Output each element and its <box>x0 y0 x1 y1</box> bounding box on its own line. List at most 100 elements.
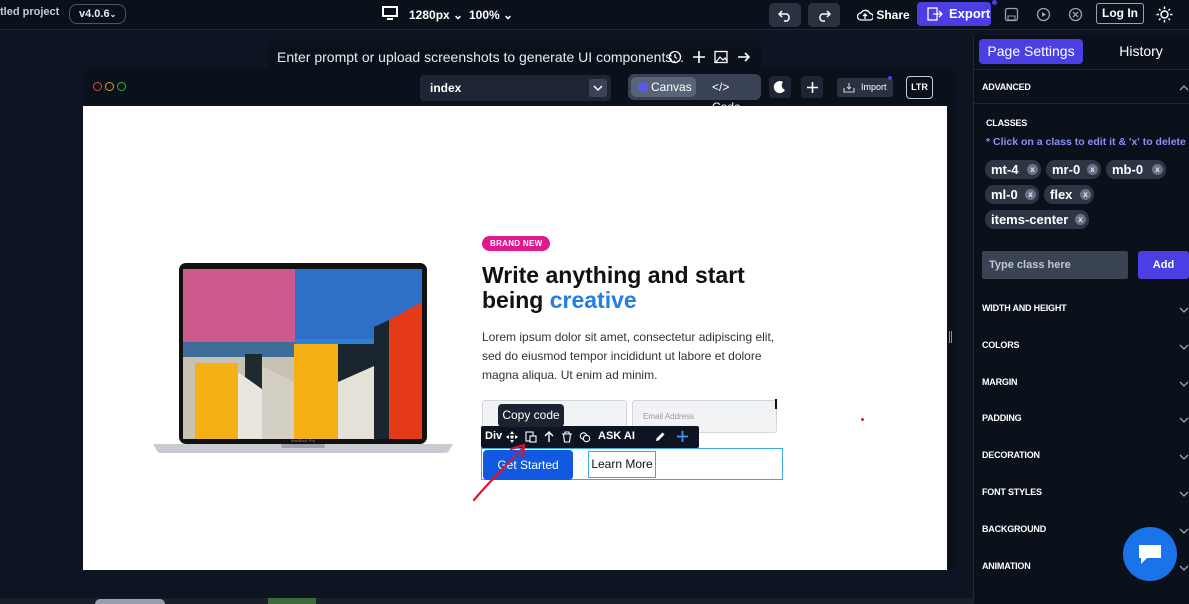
preview-icon[interactable] <box>1034 5 1052 23</box>
import-icon <box>843 83 855 93</box>
page-canvas: MacBook Pro BRAND NEW Write anything and… <box>83 106 947 570</box>
version-select[interactable]: v4.0.6⌄ <box>69 4 127 24</box>
classes-label: CLASSES <box>986 118 1028 128</box>
export-label: Export <box>949 6 991 21</box>
chevron-down-icon <box>589 79 607 97</box>
window-dots <box>93 82 126 91</box>
remove-class-icon[interactable]: x <box>1152 164 1163 175</box>
version-label: v4.0.6 <box>79 8 110 20</box>
chevron-down-icon[interactable] <box>1179 305 1189 315</box>
undo-button[interactable] <box>769 3 801 27</box>
add-element-button[interactable] <box>801 76 823 98</box>
class-chip-flex[interactable]: flex x <box>1044 185 1094 204</box>
plus-icon <box>806 81 818 93</box>
plus-icon[interactable] <box>692 50 706 64</box>
canvas-frame: index Canvas </> Code Import LTR <box>83 68 956 570</box>
import-button[interactable]: Import <box>837 78 893 97</box>
page-select[interactable]: index <box>420 75 611 101</box>
section-decoration[interactable]: DECORATION <box>982 450 1040 460</box>
right-panel: Page Settings History ADVANCED CLASSES *… <box>973 35 1189 604</box>
class-chip-mt-4[interactable]: mt-4 x <box>985 160 1041 179</box>
canvas-icon <box>638 82 648 92</box>
project-name[interactable]: tled project <box>0 6 59 18</box>
section-animation[interactable]: ANIMATION <box>982 561 1031 571</box>
class-chip-mr-0[interactable]: mr-0 x <box>1046 160 1101 179</box>
class-chip-ml-0[interactable]: ml-0 x <box>985 185 1039 204</box>
prompt-placeholder: Enter prompt or upload screenshots to ge… <box>277 49 685 65</box>
section-padding[interactable]: PADDING <box>982 413 1022 423</box>
tab-history[interactable]: History <box>1097 39 1185 64</box>
code-mode-button[interactable]: </> Code <box>712 77 761 114</box>
section-advanced[interactable]: ADVANCED <box>982 82 1031 92</box>
canvas-mode-button[interactable]: Canvas <box>631 77 696 97</box>
chevron-down-icon[interactable] <box>1179 342 1189 352</box>
learn-more-button[interactable]: Learn More <box>588 451 656 478</box>
resize-handle[interactable] <box>949 331 952 343</box>
remove-class-icon[interactable]: x <box>1075 214 1086 225</box>
save-icon[interactable] <box>1002 5 1020 23</box>
class-chip-label: items-center <box>991 212 1069 227</box>
tab-page-settings[interactable]: Page Settings <box>979 39 1083 64</box>
annotation-arrow <box>472 443 526 502</box>
chevron-up-icon[interactable] <box>1179 83 1189 93</box>
bottom-thumbnail <box>95 599 165 604</box>
export-button[interactable]: Export <box>917 2 991 26</box>
top-bar: tled project v4.0.6⌄ 1280px ⌄ 100% ⌄ Sha… <box>0 0 1189 30</box>
ask-ai-button[interactable]: ASK AI <box>598 430 635 442</box>
text-direction-button[interactable]: LTR <box>906 76 933 99</box>
dark-mode-button[interactable] <box>769 76 791 98</box>
code-icon: </> <box>712 80 730 94</box>
login-button[interactable]: Log In <box>1096 3 1144 24</box>
classes-hint: * Click on a class to edit it & 'x' to d… <box>986 136 1186 148</box>
add-class-button[interactable]: Add <box>1138 251 1189 279</box>
remove-class-icon[interactable]: x <box>1087 164 1098 175</box>
section-margin[interactable]: MARGIN <box>982 377 1017 387</box>
delete-icon[interactable] <box>561 431 573 443</box>
remove-class-icon[interactable]: x <box>1080 189 1091 200</box>
maximize-dot <box>117 82 126 91</box>
remove-class-icon[interactable]: x <box>1027 164 1038 175</box>
chevron-down-icon[interactable] <box>1179 526 1189 536</box>
chevron-down-icon[interactable] <box>1179 379 1189 389</box>
duplicate-icon[interactable] <box>579 431 591 443</box>
chevron-down-icon[interactable] <box>1179 563 1189 573</box>
section-font-styles[interactable]: FONT STYLES <box>982 487 1042 497</box>
notification-dot <box>992 0 997 5</box>
chat-support-button[interactable] <box>1123 527 1177 581</box>
canvas-mode-label: Canvas <box>651 80 692 94</box>
history-icon[interactable] <box>668 50 682 64</box>
edit-pencil-icon[interactable] <box>654 431 666 443</box>
view-mode-toggle: Canvas </> Code <box>628 74 761 114</box>
share-button[interactable]: Share <box>856 4 910 26</box>
class-chip-items-center[interactable]: items-center x <box>985 210 1089 229</box>
remove-class-icon[interactable]: x <box>1025 189 1036 200</box>
class-name-input[interactable]: Type class here <box>982 251 1128 279</box>
divider <box>974 103 1189 104</box>
section-background[interactable]: BACKGROUND <box>982 524 1046 534</box>
class-chip-label: mr-0 <box>1052 162 1081 177</box>
redo-button[interactable] <box>808 3 840 27</box>
viewport-select[interactable]: 1280px ⌄ <box>409 4 463 26</box>
text-cursor <box>775 399 777 409</box>
class-chip-label: flex <box>1050 187 1073 202</box>
chevron-down-icon[interactable] <box>1179 452 1189 462</box>
import-indicator-dot <box>888 76 892 80</box>
send-arrow-icon[interactable] <box>737 50 751 64</box>
chevron-down-icon[interactable] <box>1179 415 1189 425</box>
class-chip-mb-0[interactable]: mb-0 x <box>1106 160 1166 179</box>
moon-icon <box>773 81 785 94</box>
chevron-down-icon[interactable] <box>1179 489 1189 499</box>
hero-headline: Write anything and start being creative <box>482 263 782 313</box>
zoom-select[interactable]: 100% ⌄ <box>469 4 513 26</box>
desktop-icon[interactable] <box>382 6 398 21</box>
section-width-height[interactable]: WIDTH AND HEIGHT <box>982 303 1067 313</box>
chat-bubble-icon <box>1139 545 1161 564</box>
theme-sun-icon[interactable] <box>1155 5 1173 23</box>
plus-icon[interactable] <box>676 430 689 443</box>
section-colors[interactable]: COLORS <box>982 340 1020 350</box>
chevron-down-icon: ⌄ <box>453 8 464 22</box>
select-parent-arrow-icon[interactable] <box>543 431 555 443</box>
divider <box>974 69 1189 70</box>
close-icon[interactable] <box>1066 5 1084 23</box>
image-upload-icon[interactable] <box>714 50 728 64</box>
